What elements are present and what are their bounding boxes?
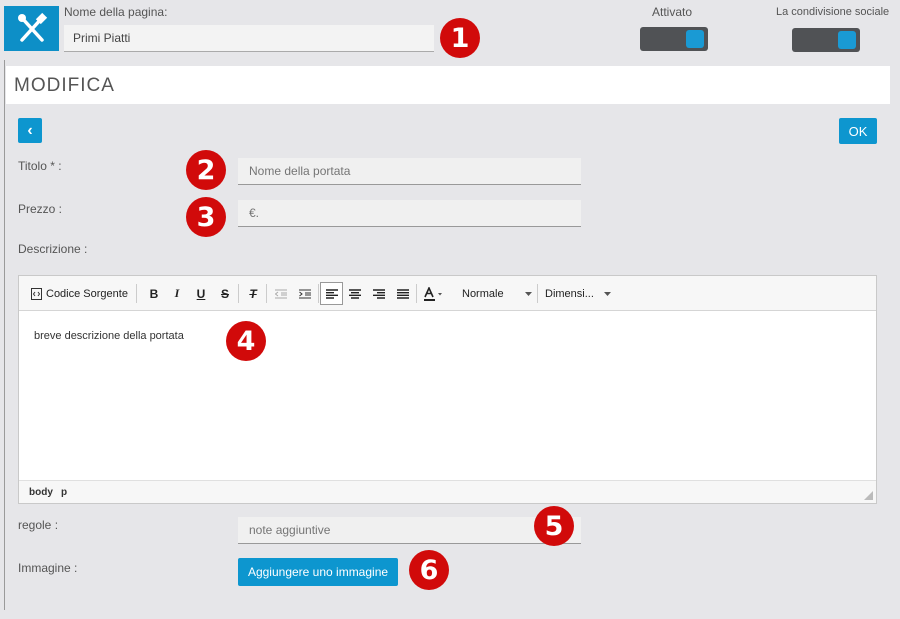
callout-1: 1 [440, 18, 480, 58]
strikethrough-button[interactable]: S [217, 285, 233, 302]
align-left-button[interactable] [320, 282, 343, 305]
toggle-knob [838, 31, 856, 49]
title-label: Titolo * : [18, 159, 62, 173]
add-image-button[interactable]: Aggiungere uno immagine [238, 558, 398, 586]
page-name-input[interactable] [64, 25, 434, 52]
ok-button[interactable]: OK [839, 118, 877, 144]
toolbar-separator [136, 284, 137, 303]
text-color-button[interactable] [423, 285, 447, 302]
callout-6: 6 [409, 550, 449, 590]
source-code-label: Codice Sorgente [46, 287, 128, 300]
increase-indent-button[interactable] [297, 285, 313, 302]
image-label: Immagine : [18, 561, 78, 575]
description-editor: Codice Sorgente B I U S T Normale Dimens… [18, 275, 877, 504]
align-right-icon [373, 288, 385, 299]
toolbar-separator [238, 284, 239, 303]
enabled-toggle[interactable] [640, 27, 708, 51]
path-p[interactable]: p [61, 487, 67, 498]
editor-statusbar: body p [19, 480, 876, 503]
path-body[interactable]: body [29, 487, 53, 498]
rules-input[interactable] [238, 517, 581, 544]
callout-5: 5 [534, 506, 574, 546]
price-input[interactable] [238, 200, 581, 227]
editor-toolbar: Codice Sorgente B I U S T Normale Dimens… [19, 276, 876, 311]
price-label: Prezzo : [18, 202, 63, 216]
chevron-down-icon [525, 291, 532, 296]
outdent-icon [275, 289, 287, 298]
chevron-down-icon [604, 291, 611, 296]
toolbar-separator [416, 284, 417, 303]
justify-button[interactable] [395, 285, 411, 302]
social-sharing-toggle[interactable] [792, 28, 860, 52]
align-center-button[interactable] [347, 285, 363, 302]
justify-icon [397, 288, 409, 299]
callout-4: 4 [226, 321, 266, 361]
format-select[interactable]: Normale [462, 285, 532, 302]
font-size-select-value: Dimensi... [545, 287, 594, 300]
title-input[interactable] [238, 158, 581, 185]
bold-button[interactable]: B [146, 285, 162, 302]
callout-3: 3 [186, 197, 226, 237]
source-code-button[interactable]: Codice Sorgente [31, 285, 131, 302]
toolbar-separator [537, 284, 538, 303]
format-select-value: Normale [462, 287, 504, 300]
font-size-select[interactable]: Dimensi... [545, 285, 611, 302]
editor-content[interactable]: breve descrizione della portata [34, 330, 184, 342]
enabled-label: Attivato [652, 5, 693, 19]
remove-format-button[interactable]: T [245, 285, 261, 302]
text-color-icon [424, 286, 442, 301]
left-divider [4, 60, 5, 610]
italic-button[interactable]: I [169, 285, 185, 302]
description-label: Descrizione : [18, 242, 88, 256]
align-right-button[interactable] [371, 285, 387, 302]
social-sharing-label: La condivisione sociale [776, 6, 890, 18]
callout-2: 2 [186, 150, 226, 190]
align-center-icon [349, 288, 361, 299]
resize-handle-icon[interactable] [864, 491, 873, 500]
indent-icon [299, 289, 311, 298]
page-name-label: Nome della pagina: [64, 5, 168, 19]
source-code-icon [31, 287, 42, 300]
rules-label: regole : [18, 518, 59, 532]
back-button[interactable]: ‹ [18, 118, 42, 143]
decrease-indent-button[interactable] [273, 285, 289, 302]
toolbar-separator [266, 284, 267, 303]
edit-header: MODIFICA [6, 66, 890, 104]
toggle-knob [686, 30, 704, 48]
tools-icon [17, 12, 47, 42]
toolbar-separator [318, 284, 319, 303]
underline-button[interactable]: U [193, 285, 209, 302]
align-left-icon [325, 288, 338, 299]
app-logo [4, 6, 59, 51]
page-title: MODIFICA [14, 75, 115, 96]
